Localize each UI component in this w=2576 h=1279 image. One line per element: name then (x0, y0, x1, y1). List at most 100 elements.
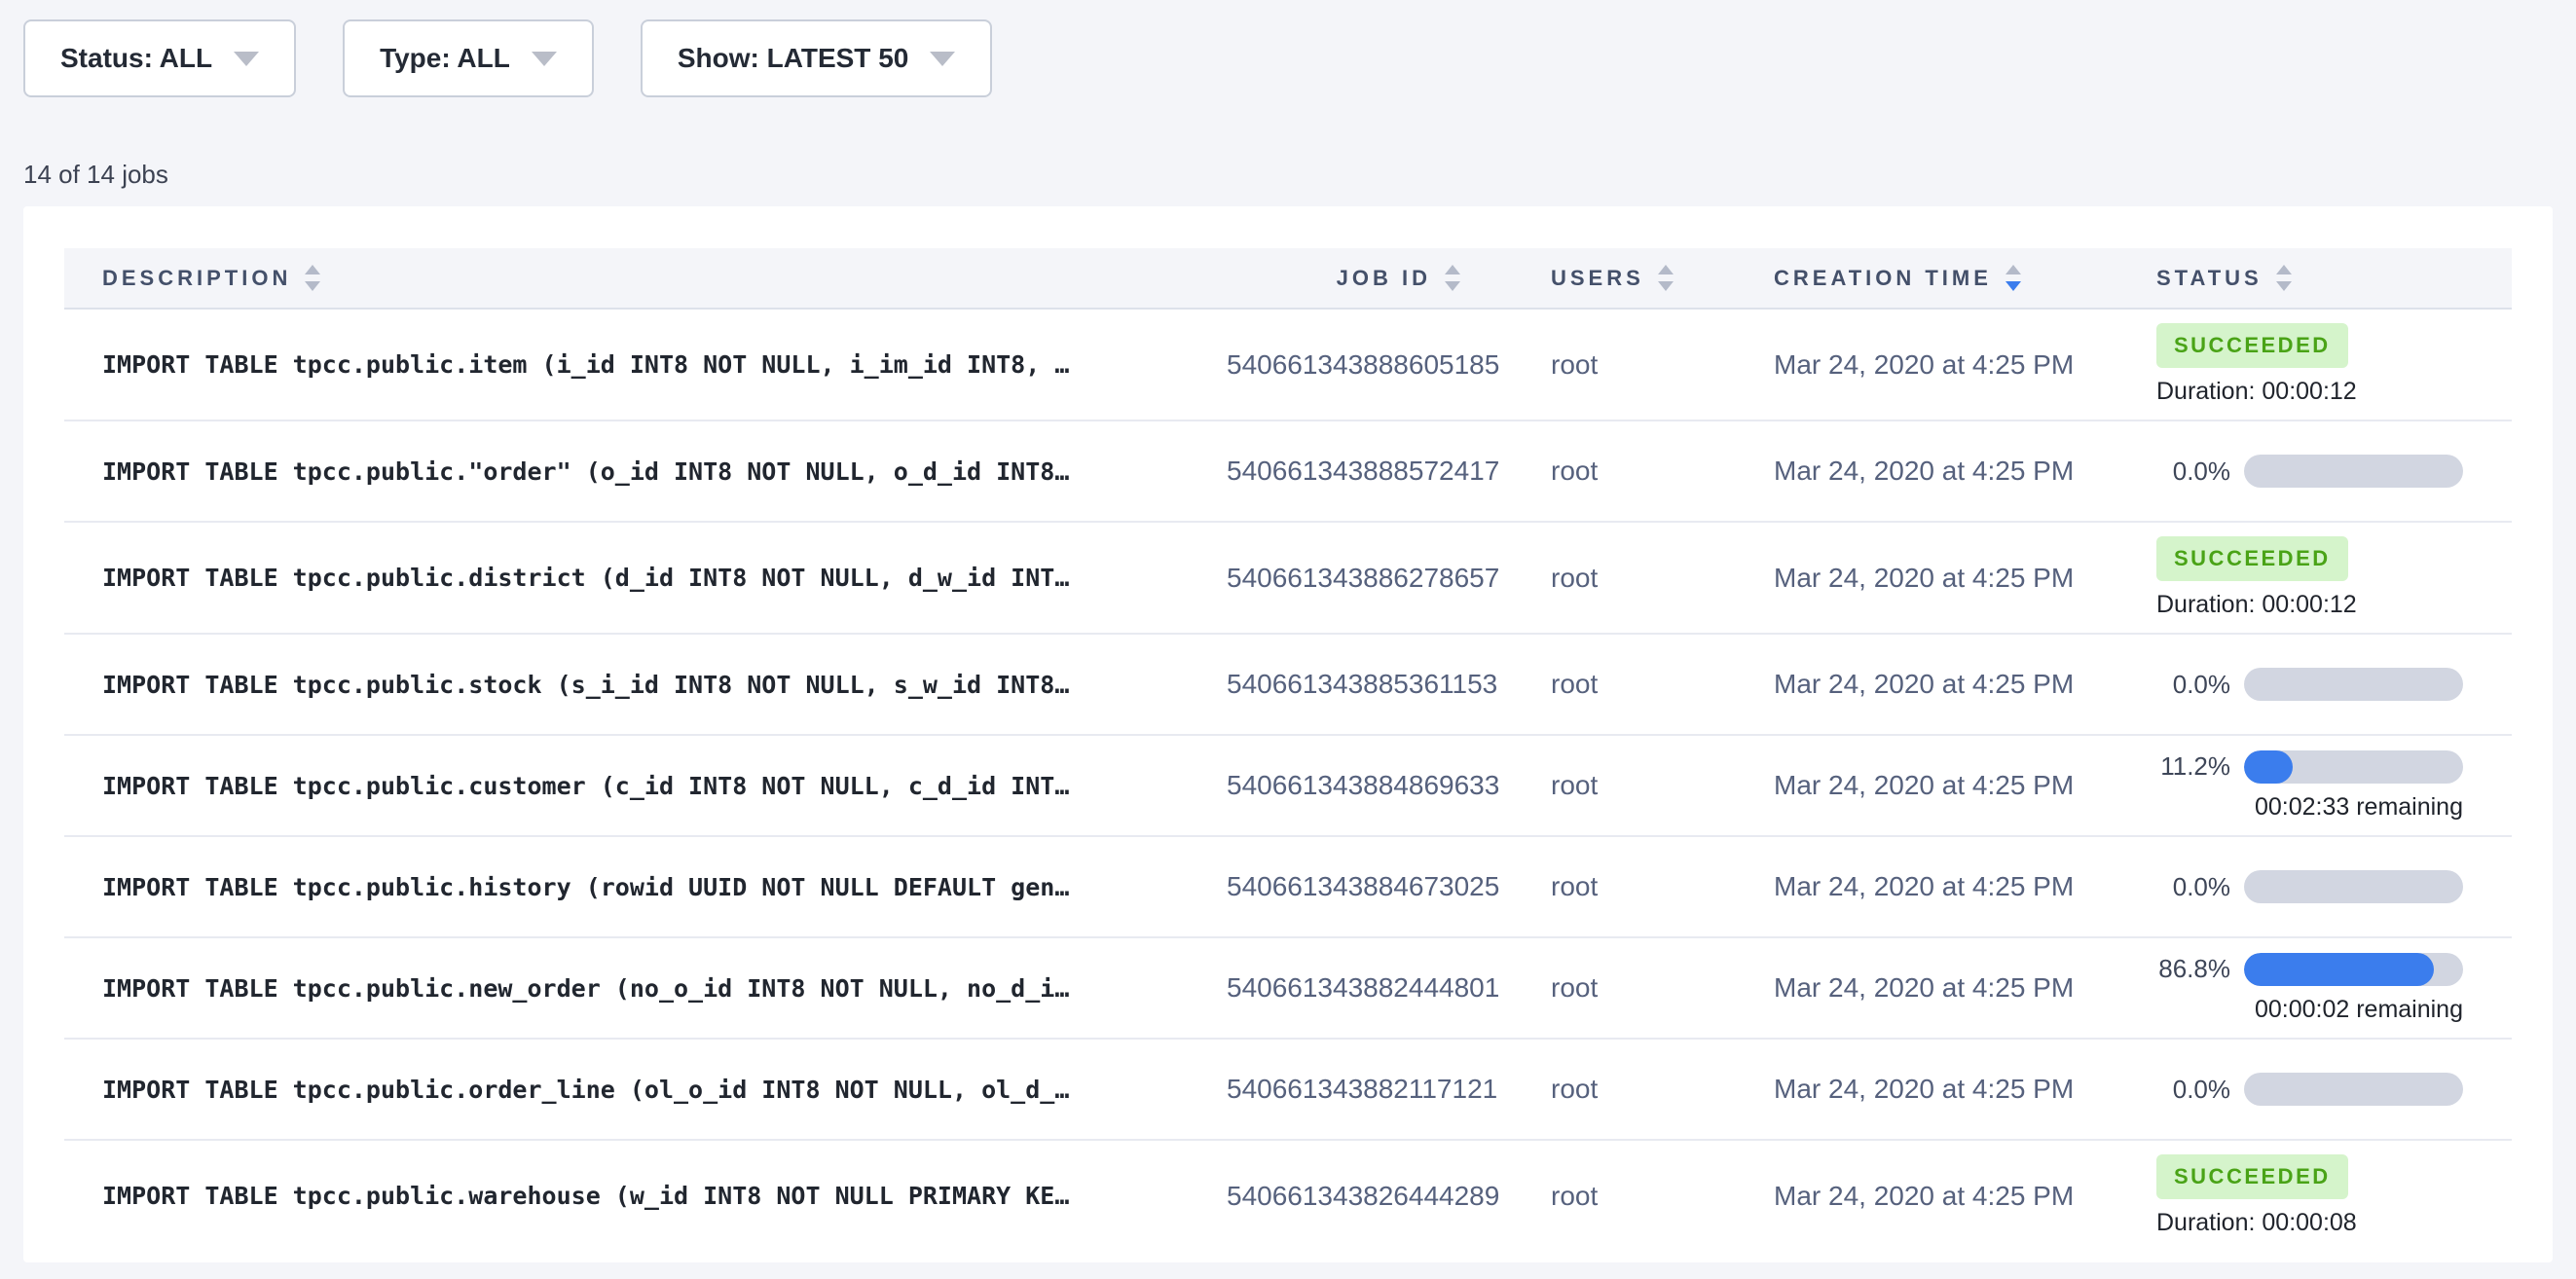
sort-asc-icon (2006, 265, 2021, 274)
column-header-label: STATUS (2156, 266, 2263, 291)
job-status-cell: SUCCEEDED Duration: 00:00:08 (2156, 1154, 2512, 1237)
job-user: root (1460, 563, 1774, 594)
job-id: 540661343885361153 (1227, 669, 1460, 700)
progress-bar-fill (2244, 953, 2434, 986)
job-description-link[interactable]: IMPORT TABLE tpcc.public.item (i_id INT8… (64, 350, 1227, 379)
job-description-link[interactable]: IMPORT TABLE tpcc.public."order" (o_id I… (64, 457, 1227, 486)
column-header[interactable]: STATUS (2156, 265, 2512, 291)
job-id: 540661343888605185 (1227, 349, 1460, 381)
job-user: root (1460, 669, 1774, 700)
progress-percent: 11.2% (2156, 751, 2230, 782)
status-duration: Duration: 00:00:08 (2156, 1209, 2357, 1237)
job-id: 540661343884673025 (1227, 871, 1460, 902)
job-creation-time: Mar 24, 2020 at 4:25 PM (1774, 456, 2156, 487)
filter-toolbar: Status: ALL Type: ALL Show: LATEST 50 (0, 0, 2576, 97)
progress-percent: 86.8% (2156, 954, 2230, 984)
job-description-link[interactable]: IMPORT TABLE tpcc.public.order_line (ol_… (64, 1076, 1227, 1104)
job-status-cell: 0.0% (2156, 870, 2512, 903)
job-status-cell: 11.2% 00:02:33 remaining (2156, 750, 2512, 822)
type-filter-dropdown[interactable]: Type: ALL (343, 19, 594, 97)
job-creation-time: Mar 24, 2020 at 4:25 PM (1774, 1074, 2156, 1105)
status-badge: SUCCEEDED (2156, 536, 2348, 581)
show-filter-label: Show: LATEST 50 (678, 43, 909, 74)
job-row: IMPORT TABLE tpcc.public.item (i_id INT8… (64, 310, 2512, 420)
sort-asc-icon (1445, 265, 1460, 274)
progress-remaining: 00:00:02 remaining (2156, 996, 2463, 1024)
job-creation-time: Mar 24, 2020 at 4:25 PM (1774, 770, 2156, 801)
progress-bar-line: 0.0% (2156, 870, 2463, 903)
sort-asc-icon (2276, 265, 2292, 274)
job-description-link[interactable]: IMPORT TABLE tpcc.public.new_order (no_o… (64, 974, 1227, 1003)
progress-bar-line: 86.8% (2156, 953, 2463, 986)
job-creation-time: Mar 24, 2020 at 4:25 PM (1774, 669, 2156, 700)
progress-percent: 0.0% (2156, 1075, 2230, 1105)
job-row: IMPORT TABLE tpcc.public."order" (o_id I… (64, 420, 2512, 521)
show-filter-dropdown[interactable]: Show: LATEST 50 (641, 19, 993, 97)
job-user: root (1460, 1181, 1774, 1212)
job-description-link[interactable]: IMPORT TABLE tpcc.public.district (d_id … (64, 564, 1227, 592)
job-id: 540661343882444801 (1227, 972, 1460, 1004)
sort-arrows (2006, 265, 2021, 291)
status-filter-label: Status: ALL (60, 43, 212, 74)
sort-desc-icon (1445, 281, 1460, 291)
status-progress: 0.0% (2156, 870, 2463, 903)
job-status-cell: SUCCEEDED Duration: 00:00:12 (2156, 536, 2512, 619)
type-filter-label: Type: ALL (380, 43, 510, 74)
column-header[interactable]: CREATION TIME (1774, 265, 2156, 291)
progress-bar (2244, 870, 2463, 903)
status-badge: SUCCEEDED (2156, 1154, 2348, 1199)
job-row: IMPORT TABLE tpcc.public.district (d_id … (64, 521, 2512, 633)
progress-bar-line: 11.2% (2156, 750, 2463, 784)
sort-arrows (1658, 265, 1674, 291)
job-user: root (1460, 349, 1774, 381)
column-header-label: USERS (1551, 266, 1644, 291)
sort-desc-icon (2276, 281, 2292, 291)
status-duration: Duration: 00:00:12 (2156, 378, 2357, 406)
progress-bar (2244, 1073, 2463, 1106)
status-succeeded: SUCCEEDED Duration: 00:00:12 (2156, 323, 2463, 406)
job-user: root (1460, 972, 1774, 1004)
progress-percent: 0.0% (2156, 670, 2230, 700)
job-row: IMPORT TABLE tpcc.public.history (rowid … (64, 835, 2512, 936)
status-duration: Duration: 00:00:12 (2156, 591, 2357, 619)
sort-asc-icon (1658, 265, 1674, 274)
job-status-cell: SUCCEEDED Duration: 00:00:12 (2156, 323, 2512, 406)
job-creation-time: Mar 24, 2020 at 4:25 PM (1774, 563, 2156, 594)
column-header[interactable]: DESCRIPTION (64, 265, 1227, 291)
sort-asc-icon (305, 265, 320, 274)
progress-percent: 0.0% (2156, 872, 2230, 902)
progress-bar (2244, 953, 2463, 986)
job-status-cell: 86.8% 00:00:02 remaining (2156, 953, 2512, 1024)
job-status-cell: 0.0% (2156, 1073, 2512, 1106)
job-status-cell: 0.0% (2156, 455, 2512, 488)
status-progress: 11.2% 00:02:33 remaining (2156, 750, 2463, 822)
job-id: 540661343888572417 (1227, 456, 1460, 487)
chevron-down-icon (532, 52, 557, 66)
column-header[interactable]: JOB ID (1227, 265, 1460, 291)
job-row: IMPORT TABLE tpcc.public.warehouse (w_id… (64, 1139, 2512, 1251)
sort-arrows (1445, 265, 1460, 291)
progress-bar (2244, 668, 2463, 701)
status-progress: 86.8% 00:00:02 remaining (2156, 953, 2463, 1024)
job-status-cell: 0.0% (2156, 668, 2512, 701)
jobs-table-header: DESCRIPTION JOB ID USERS CREATION TIME S… (64, 248, 2512, 310)
job-creation-time: Mar 24, 2020 at 4:25 PM (1774, 871, 2156, 902)
progress-bar (2244, 455, 2463, 488)
job-description-link[interactable]: IMPORT TABLE tpcc.public.warehouse (w_id… (64, 1182, 1227, 1210)
status-progress: 0.0% (2156, 668, 2463, 701)
job-description-link[interactable]: IMPORT TABLE tpcc.public.customer (c_id … (64, 772, 1227, 800)
sort-arrows (305, 265, 320, 291)
status-progress: 0.0% (2156, 1073, 2463, 1106)
column-header[interactable]: USERS (1460, 265, 1774, 291)
job-creation-time: Mar 24, 2020 at 4:25 PM (1774, 1181, 2156, 1212)
job-description-link[interactable]: IMPORT TABLE tpcc.public.history (rowid … (64, 873, 1227, 901)
job-row: IMPORT TABLE tpcc.public.stock (s_i_id I… (64, 633, 2512, 734)
job-id: 540661343826444289 (1227, 1181, 1460, 1212)
job-user: root (1460, 1074, 1774, 1105)
progress-percent: 0.0% (2156, 457, 2230, 487)
job-user: root (1460, 456, 1774, 487)
status-progress: 0.0% (2156, 455, 2463, 488)
job-description-link[interactable]: IMPORT TABLE tpcc.public.stock (s_i_id I… (64, 671, 1227, 699)
sort-desc-icon (305, 281, 320, 291)
status-filter-dropdown[interactable]: Status: ALL (23, 19, 296, 97)
